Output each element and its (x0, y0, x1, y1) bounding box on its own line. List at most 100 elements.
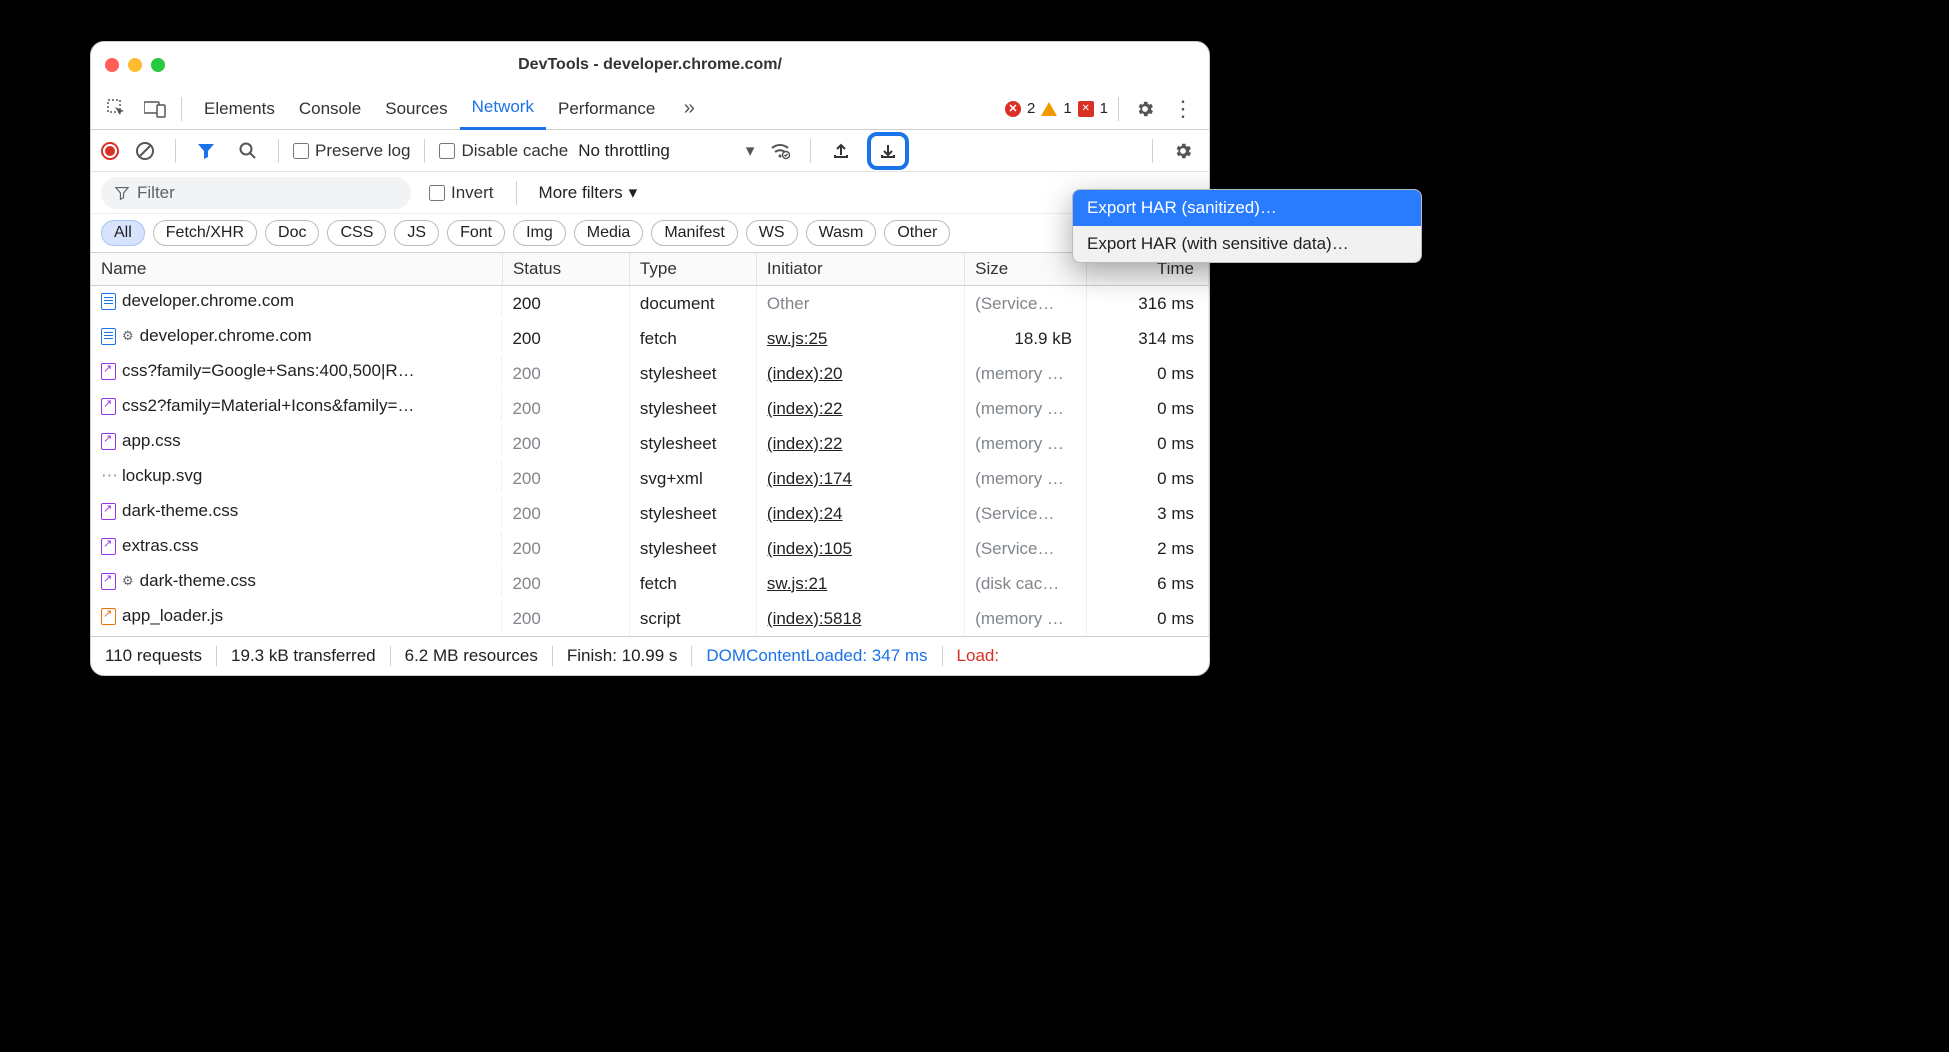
requests-table: Name Status Type Initiator Size Time (91, 253, 1209, 286)
status-bar: 110 requests 19.3 kB transferred 6.2 MB … (91, 637, 1209, 675)
css-file-icon (101, 538, 116, 555)
network-conditions-icon[interactable] (764, 135, 796, 167)
tab-console[interactable]: Console (287, 88, 373, 130)
type-filter-other[interactable]: Other (884, 220, 950, 246)
kebab-menu-icon[interactable]: ⋮ (1167, 93, 1199, 125)
close-window-button[interactable] (105, 58, 119, 72)
titlebar: DevTools - developer.chrome.com/ (91, 42, 1209, 88)
throttling-select[interactable]: No throttling ▾ (578, 141, 754, 161)
type-filter-media[interactable]: Media (574, 220, 644, 246)
network-toolbar: Preserve log Disable cache No throttling… (91, 130, 1209, 172)
col-name[interactable]: Name (91, 253, 502, 286)
request-name: dark-theme.css (140, 571, 256, 591)
clear-button[interactable] (129, 135, 161, 167)
type-filter-img[interactable]: Img (513, 220, 566, 246)
table-row[interactable]: css?family=Google+Sans:400,500|R…200styl… (91, 356, 1209, 391)
preserve-log-label: Preserve log (315, 141, 410, 161)
invert-checkbox[interactable]: Invert (429, 183, 494, 203)
footer-dcl: DOMContentLoaded: 347 ms (692, 646, 942, 666)
table-row[interactable]: extras.css200stylesheet(index):105(Servi… (91, 531, 1209, 566)
more-filters-label: More filters (539, 183, 623, 203)
col-type[interactable]: Type (629, 253, 756, 286)
col-initiator[interactable]: Initiator (756, 253, 964, 286)
table-row[interactable]: developer.chrome.com200documentOther(Ser… (91, 286, 1209, 321)
traffic-lights (105, 58, 165, 72)
table-row[interactable]: ⋯lockup.svg200svg+xml(index):174(memory … (91, 461, 1209, 496)
export-har-sanitized[interactable]: Export HAR (sanitized)… (1073, 190, 1421, 226)
request-name: developer.chrome.com (140, 326, 312, 346)
more-tabs-button[interactable]: » (673, 93, 705, 125)
inspect-icon[interactable] (101, 93, 133, 125)
js-file-icon (101, 608, 116, 625)
settings-icon[interactable] (1129, 93, 1161, 125)
import-har-icon[interactable] (825, 135, 857, 167)
more-filters-button[interactable]: More filters ▾ (539, 183, 638, 203)
record-button[interactable] (101, 142, 119, 160)
invert-label: Invert (451, 183, 494, 203)
type-filter-css[interactable]: CSS (327, 220, 386, 246)
export-har-sensitive[interactable]: Export HAR (with sensitive data)… (1073, 226, 1421, 262)
gear-icon: ⚙ (122, 573, 134, 589)
filter-placeholder: Filter (137, 183, 175, 203)
doc-file-icon (101, 328, 116, 345)
filter-input[interactable]: Filter (101, 177, 411, 209)
search-icon[interactable] (232, 135, 264, 167)
export-har-button[interactable] (875, 138, 901, 164)
request-name: css2?family=Material+Icons&family=… (122, 396, 414, 416)
tab-elements[interactable]: Elements (192, 88, 287, 130)
footer-load: Load: (943, 646, 1014, 666)
col-size[interactable]: Size (965, 253, 1087, 286)
tab-sources[interactable]: Sources (373, 88, 459, 130)
issue-count[interactable]: 1 (1100, 100, 1108, 117)
error-icon[interactable]: ✕ (1005, 101, 1021, 117)
chevron-down-icon: ▾ (629, 183, 638, 203)
table-row[interactable]: dark-theme.css200stylesheet(index):24(Se… (91, 496, 1209, 531)
footer-transferred: 19.3 kB transferred (217, 646, 391, 666)
request-name: app_loader.js (122, 606, 223, 626)
export-har-button-highlight (867, 132, 909, 170)
type-filter-font[interactable]: Font (447, 220, 505, 246)
request-name: css?family=Google+Sans:400,500|R… (122, 361, 415, 381)
table-row[interactable]: ⚙dark-theme.css200fetchsw.js:21(disk cac… (91, 566, 1209, 601)
window-title: DevTools - developer.chrome.com/ (91, 56, 1209, 74)
devtools-window: DevTools - developer.chrome.com/ Element… (90, 41, 1210, 676)
type-filter-wasm[interactable]: Wasm (806, 220, 877, 246)
issue-icon[interactable]: ✕ (1078, 101, 1094, 117)
type-filter-js[interactable]: JS (394, 220, 439, 246)
export-har-menu: Export HAR (sanitized)… Export HAR (with… (1072, 189, 1422, 263)
table-row[interactable]: ⚙developer.chrome.com200fetchsw.js:2518.… (91, 321, 1209, 356)
error-count[interactable]: 2 (1027, 100, 1035, 117)
request-name: dark-theme.css (122, 501, 238, 521)
type-filter-row: All Fetch/XHR Doc CSS JS Font Img Media Manifest… (91, 214, 1209, 253)
css-file-icon (101, 398, 116, 415)
request-name: app.css (122, 431, 181, 451)
css-file-icon (101, 503, 116, 520)
preserve-log-checkbox[interactable]: Preserve log (293, 141, 410, 161)
minimize-window-button[interactable] (128, 58, 142, 72)
tab-performance[interactable]: Performance (546, 88, 667, 130)
table-row[interactable]: css2?family=Material+Icons&family=…200st… (91, 391, 1209, 426)
type-filter-manifest[interactable]: Manifest (651, 220, 737, 246)
device-toolbar-icon[interactable] (139, 93, 171, 125)
col-status[interactable]: Status (502, 253, 629, 286)
doc-file-icon (101, 293, 116, 310)
network-settings-icon[interactable] (1167, 135, 1199, 167)
warning-icon[interactable] (1041, 102, 1057, 116)
warning-count[interactable]: 1 (1063, 100, 1071, 117)
type-filter-fetchxhr[interactable]: Fetch/XHR (153, 220, 257, 246)
type-filter-all[interactable]: All (101, 220, 145, 246)
funnel-icon (115, 186, 129, 200)
filter-toggle-icon[interactable] (190, 135, 222, 167)
disable-cache-checkbox[interactable]: Disable cache (439, 141, 568, 161)
footer-finish: Finish: 10.99 s (553, 646, 693, 666)
gear-icon: ⚙ (122, 328, 134, 344)
footer-resources: 6.2 MB resources (391, 646, 553, 666)
tab-network[interactable]: Network (460, 88, 546, 130)
maximize-window-button[interactable] (151, 58, 165, 72)
table-row[interactable]: app_loader.js200script(index):5818(memor… (91, 601, 1209, 636)
generic-file-icon: ⋯ (101, 466, 116, 486)
table-row[interactable]: app.css200stylesheet(index):22(memory …0… (91, 426, 1209, 461)
type-filter-ws[interactable]: WS (746, 220, 798, 246)
type-filter-doc[interactable]: Doc (265, 220, 319, 246)
css-file-icon (101, 433, 116, 450)
